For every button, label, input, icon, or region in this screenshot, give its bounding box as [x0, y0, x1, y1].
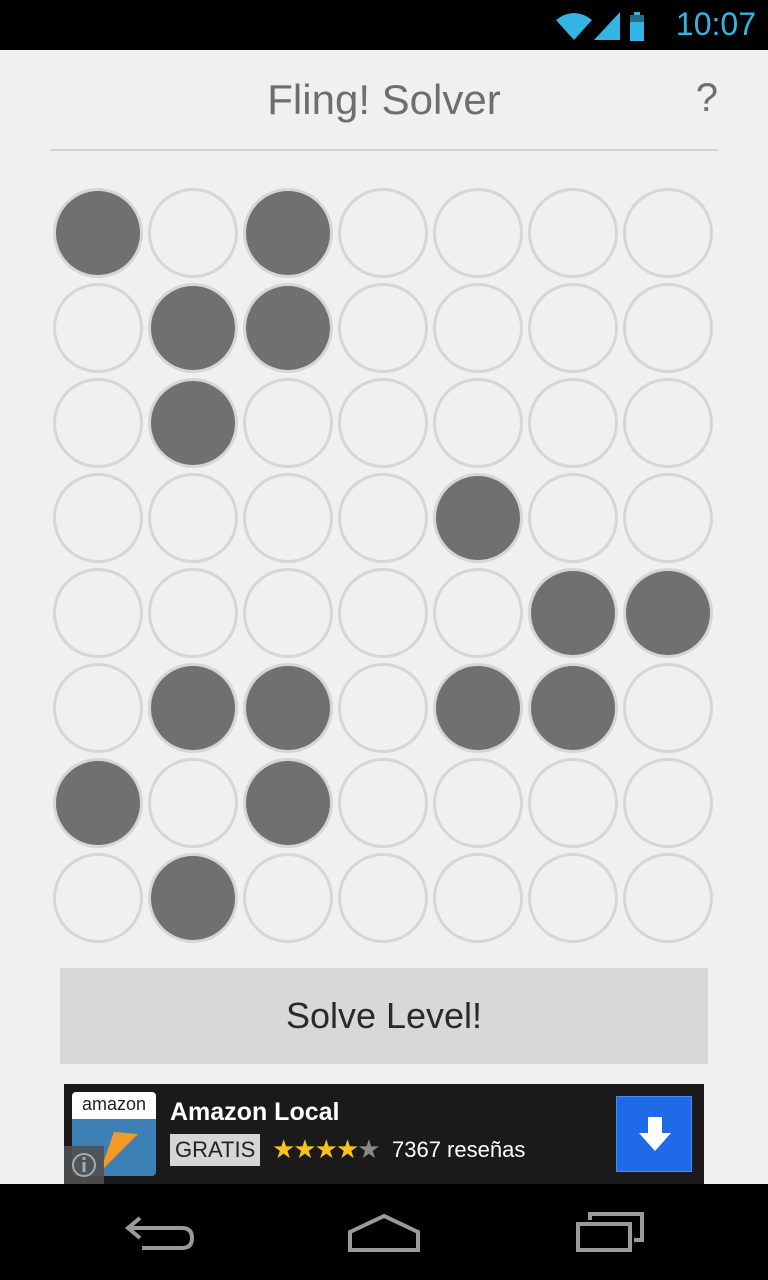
clock: 10:07 [675, 6, 756, 42]
empty-cell[interactable] [243, 378, 333, 468]
empty-cell[interactable] [338, 283, 428, 373]
ball-cell[interactable] [243, 663, 333, 753]
empty-cell[interactable] [623, 853, 713, 943]
page-title: Fling! Solver [267, 76, 501, 123]
signal-icon [594, 12, 620, 40]
ball-cell[interactable] [528, 663, 618, 753]
ball-cell[interactable] [53, 758, 143, 848]
board-grid [50, 185, 718, 945]
empty-cell[interactable] [243, 568, 333, 658]
ad-banner[interactable]: amazon Amazon Local GRATIS ★★★★★ 7367 re… [64, 1084, 704, 1184]
empty-cell[interactable] [338, 378, 428, 468]
empty-cell[interactable] [433, 758, 523, 848]
ball-cell[interactable] [148, 378, 238, 468]
empty-cell[interactable] [338, 188, 428, 278]
empty-cell[interactable] [53, 853, 143, 943]
empty-cell[interactable] [528, 473, 618, 563]
empty-cell[interactable] [243, 853, 333, 943]
info-icon-glyph [72, 1153, 96, 1177]
ball-cell[interactable] [243, 283, 333, 373]
ball-cell[interactable] [623, 568, 713, 658]
ball-cell[interactable] [243, 758, 333, 848]
empty-cell[interactable] [433, 378, 523, 468]
wifi-icon [556, 13, 592, 40]
ball-cell[interactable] [148, 663, 238, 753]
header-divider [50, 149, 718, 151]
empty-cell[interactable] [528, 378, 618, 468]
empty-cell[interactable] [623, 758, 713, 848]
empty-cell[interactable] [148, 568, 238, 658]
empty-cell[interactable] [243, 473, 333, 563]
ball-cell[interactable] [148, 283, 238, 373]
empty-cell[interactable] [433, 283, 523, 373]
empty-cell[interactable] [53, 378, 143, 468]
empty-cell[interactable] [53, 663, 143, 753]
status-bar: 10:07 [0, 0, 768, 50]
empty-cell[interactable] [623, 473, 713, 563]
empty-cell[interactable] [528, 853, 618, 943]
back-button[interactable] [112, 1204, 208, 1260]
empty-cell[interactable] [148, 473, 238, 563]
rating-stars: ★★★★★ [272, 1135, 381, 1165]
review-count: 7367 reseñas [392, 1137, 526, 1162]
status-icons [556, 12, 644, 41]
ball-cell[interactable] [53, 188, 143, 278]
ball-cell[interactable] [528, 568, 618, 658]
empty-cell[interactable] [528, 283, 618, 373]
ball-cell[interactable] [433, 663, 523, 753]
empty-cell[interactable] [338, 758, 428, 848]
empty-cell[interactable] [433, 853, 523, 943]
download-button[interactable] [616, 1096, 692, 1172]
solve-level-button[interactable]: Solve Level! [60, 968, 708, 1064]
recent-apps-icon [576, 1212, 644, 1252]
empty-cell[interactable] [528, 188, 618, 278]
download-arrow-icon [639, 1117, 671, 1151]
empty-cell[interactable] [338, 663, 428, 753]
ball-cell[interactable] [243, 188, 333, 278]
empty-cell[interactable] [433, 568, 523, 658]
empty-cell[interactable] [53, 283, 143, 373]
home-icon [348, 1213, 420, 1252]
empty-cell[interactable] [53, 473, 143, 563]
app-content: Fling! Solver ? Solve Level! amazon Amaz… [0, 50, 768, 1184]
empty-cell[interactable] [623, 283, 713, 373]
price-badge: GRATIS [170, 1134, 261, 1166]
navigation-bar [0, 1184, 768, 1280]
empty-cell[interactable] [338, 568, 428, 658]
empty-cell[interactable] [623, 663, 713, 753]
empty-cell[interactable] [338, 853, 428, 943]
empty-cell[interactable] [338, 473, 428, 563]
back-icon [124, 1216, 195, 1250]
help-button[interactable]: ? [696, 76, 718, 121]
empty-cell[interactable] [433, 188, 523, 278]
ad-info-icon[interactable] [64, 1146, 104, 1184]
recent-apps-button[interactable] [560, 1204, 656, 1260]
empty-cell[interactable] [148, 758, 238, 848]
empty-cell[interactable] [623, 378, 713, 468]
battery-icon [630, 12, 644, 41]
empty-cell[interactable] [53, 568, 143, 658]
ball-cell[interactable] [148, 853, 238, 943]
empty-cell[interactable] [148, 188, 238, 278]
home-button[interactable] [336, 1204, 432, 1260]
empty-cell[interactable] [528, 758, 618, 848]
ad-title: Amazon Local [170, 1098, 340, 1126]
ball-cell[interactable] [433, 473, 523, 563]
empty-cell[interactable] [623, 188, 713, 278]
